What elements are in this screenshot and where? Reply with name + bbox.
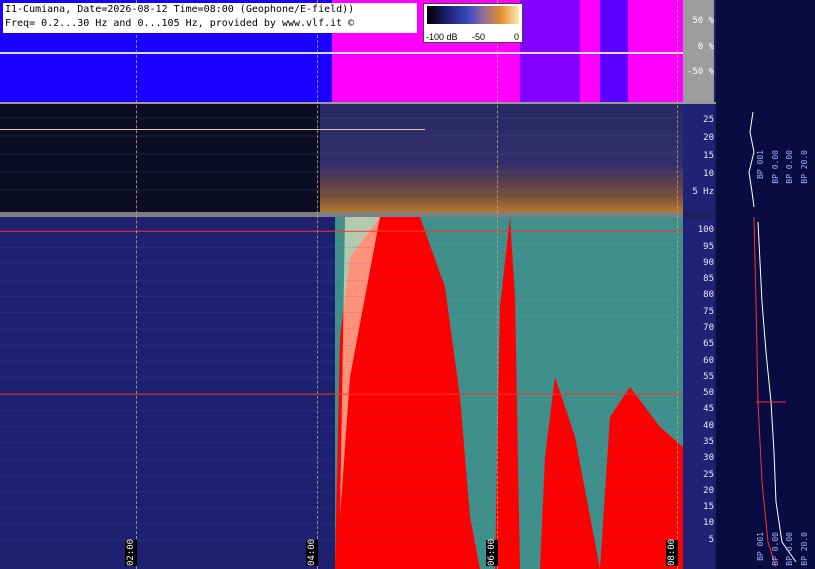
frequency-tick: 75 [703,306,714,317]
frequency-tick: 55 [703,371,714,382]
amplitude-tick: 50 % [692,16,714,26]
activity-burst [600,0,628,102]
frequency-tick: 85 [703,274,714,285]
frequency-range-line: Freq= 0.2...30 Hz and 0...105 Hz, provid… [5,18,355,29]
color-scale: -100 dB -50 0 [423,3,523,43]
vlf-spectrogram-display: 50 % 0 % -50 % 25 20 15 10 5 Hz 100 95 90 8… [0,0,815,569]
time-tick-label: 06:00 [486,538,498,566]
bp-label: BP 20.0 [800,150,809,184]
frequency-tick: 30 [703,453,714,464]
low-frequency-grid [0,117,683,191]
time-marker-line [497,0,498,569]
color-scale-max: 0 [514,32,520,42]
profile-fit-curve [753,216,777,568]
amplitude-tick: -50 % [686,67,714,77]
profile-curve [757,221,797,563]
bp-label: BP 20.0 [800,532,809,566]
color-gradient [427,6,519,24]
wide-frequency-axis: 100 95 90 85 80 75 70 65 60 55 50 45 40 35 30 25 20 15 10 5 [683,217,714,569]
time-tick-label: 02:00 [125,538,137,566]
frequency-tick: 95 [703,241,714,252]
low-frequency-spectrogram [0,104,683,212]
frequency-tick: 10 [703,169,714,179]
frequency-tick: 5 Hz [692,187,714,197]
profile-header-area [716,0,815,102]
profile-curve [748,111,755,208]
bp-label: BP 0.00 [771,150,780,184]
frequency-tick: 100 [697,225,714,236]
activity-burst [520,0,580,102]
frequency-tick: 60 [703,355,714,366]
wide-frequency-spectrogram [0,217,683,569]
wide-frequency-grid [0,230,683,541]
spectral-profile-panel: BP 001 BP 0.00 BP 0.00 BP 20.0 BP 001 BP… [716,102,815,569]
frequency-tick: 40 [703,420,714,431]
station-title: I1-Cumiana, Date=2026-08-12 Time=08:00 (… [5,4,355,15]
time-tick-label: 04:00 [306,538,318,566]
frequency-tick: 90 [703,257,714,268]
frequency-tick: 15 [703,502,714,513]
time-marker-line [136,0,137,569]
station-header: I1-Cumiana, Date=2026-08-12 Time=08:00 (… [3,3,417,33]
frequency-tick: 35 [703,437,714,447]
amplitude-axis: 50 % 0 % -50 % [683,0,714,102]
frequency-tick: 45 [703,404,714,415]
frequency-tick: 50 [703,388,714,399]
color-scale-mid: -50 [472,32,486,42]
time-marker-line [677,0,678,569]
bp-label: BP 001 [756,150,765,179]
frequency-tick: 20 [703,485,714,496]
frequency-tick: 25 [703,469,714,480]
bp-label: BP 001 [756,532,765,561]
frequency-tick: 25 [703,115,714,125]
frequency-tick: 70 [703,323,714,333]
amplitude-tick: 0 % [697,42,714,52]
frequency-tick: 20 [703,133,714,143]
time-tick-label: 08:00 [666,538,678,566]
bp-label: BP 0.00 [785,532,794,566]
frequency-tick: 15 [703,151,714,161]
frequency-tick: 65 [703,339,714,350]
low-frequency-axis: 25 20 15 10 5 Hz [683,104,714,212]
frequency-tick: 10 [703,518,714,529]
frequency-tick: 5 [708,534,714,545]
bp-label: BP 0.00 [771,532,780,566]
amplitude-trace [0,52,683,54]
bp-label: BP 0.00 [785,150,794,184]
time-marker-line [317,0,318,569]
frequency-tick: 80 [703,290,714,301]
color-scale-min: -100 dB [426,32,458,42]
